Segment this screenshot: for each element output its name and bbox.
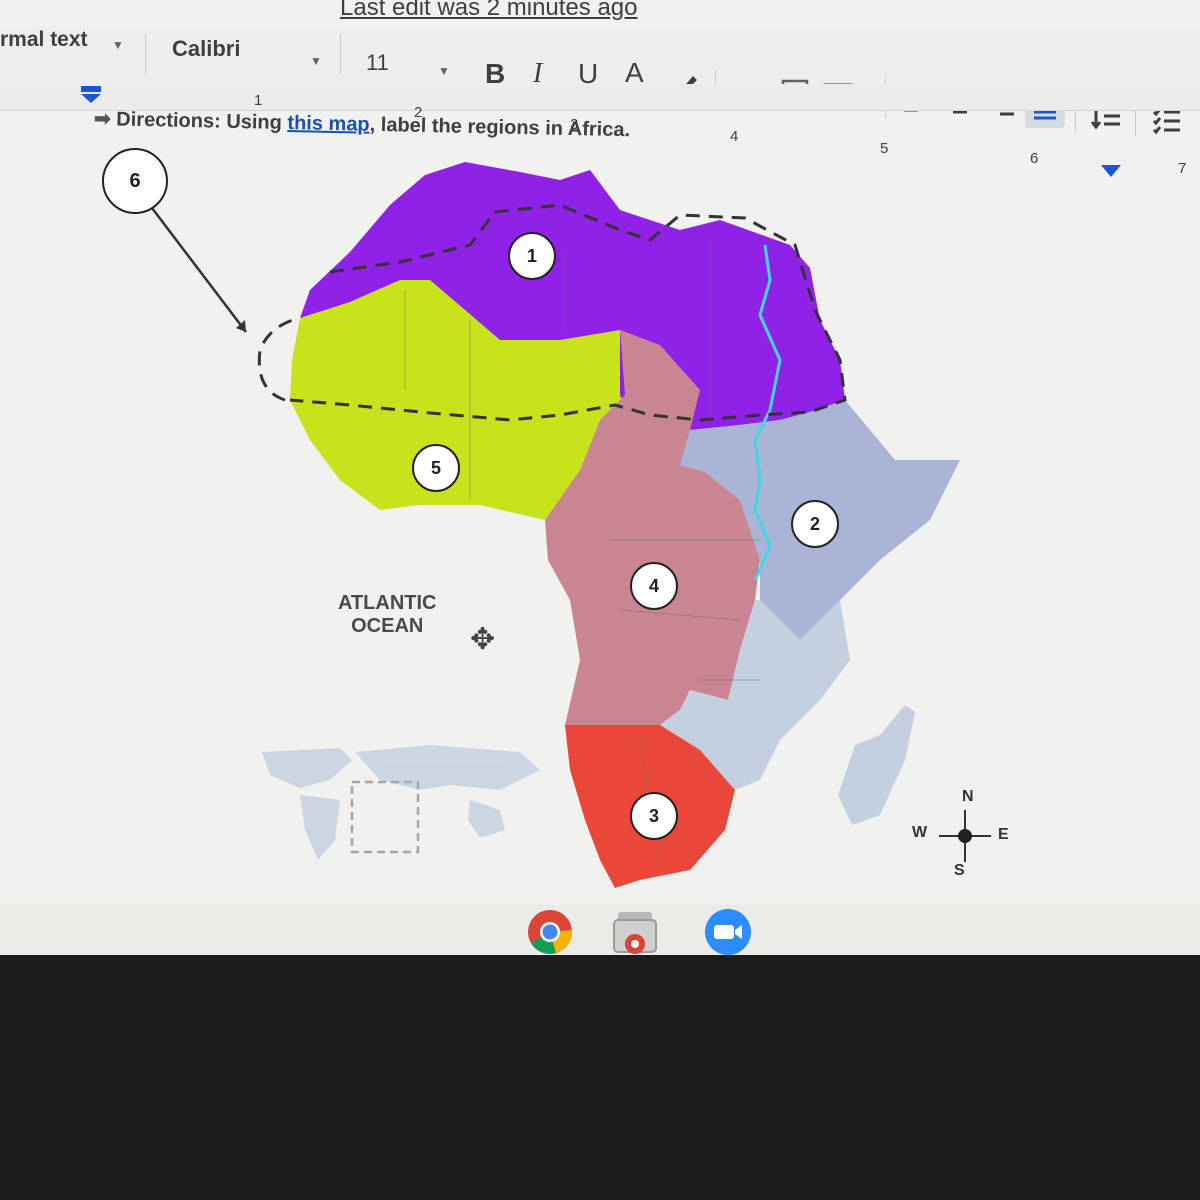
compass-west: W bbox=[912, 824, 928, 841]
move-icon[interactable]: ✥ bbox=[470, 622, 495, 657]
slides-icon[interactable] bbox=[612, 908, 660, 955]
taskbar-shelf bbox=[0, 905, 1200, 955]
africa-map[interactable] bbox=[0, 0, 1200, 955]
screen: Last edit was 2 minutes ago rmal text ▼ … bbox=[0, 0, 1200, 955]
region-label-1: 1 bbox=[508, 232, 556, 280]
zoom-icon[interactable] bbox=[704, 908, 752, 955]
chrome-icon[interactable] bbox=[526, 908, 574, 955]
inset-frame bbox=[350, 780, 420, 854]
compass-east: E bbox=[998, 826, 1009, 843]
ocean-line-2: OCEAN bbox=[351, 615, 424, 637]
region-label-4: 4 bbox=[630, 562, 678, 610]
compass-south: S bbox=[954, 862, 965, 879]
compass-rose-icon bbox=[939, 810, 991, 862]
region-label-6: 6 bbox=[102, 148, 168, 214]
region-label-3: 3 bbox=[630, 792, 678, 840]
region-label-2: 2 bbox=[791, 500, 839, 548]
madagascar bbox=[838, 705, 915, 825]
region-label-5: 5 bbox=[412, 444, 460, 492]
compass-north: N bbox=[962, 788, 974, 805]
ocean-label: ATLANTIC OCEAN bbox=[338, 592, 437, 638]
world-inset-map bbox=[262, 745, 540, 860]
pointer-arrow bbox=[151, 207, 247, 333]
ocean-line-1: ATLANTIC bbox=[338, 592, 437, 614]
